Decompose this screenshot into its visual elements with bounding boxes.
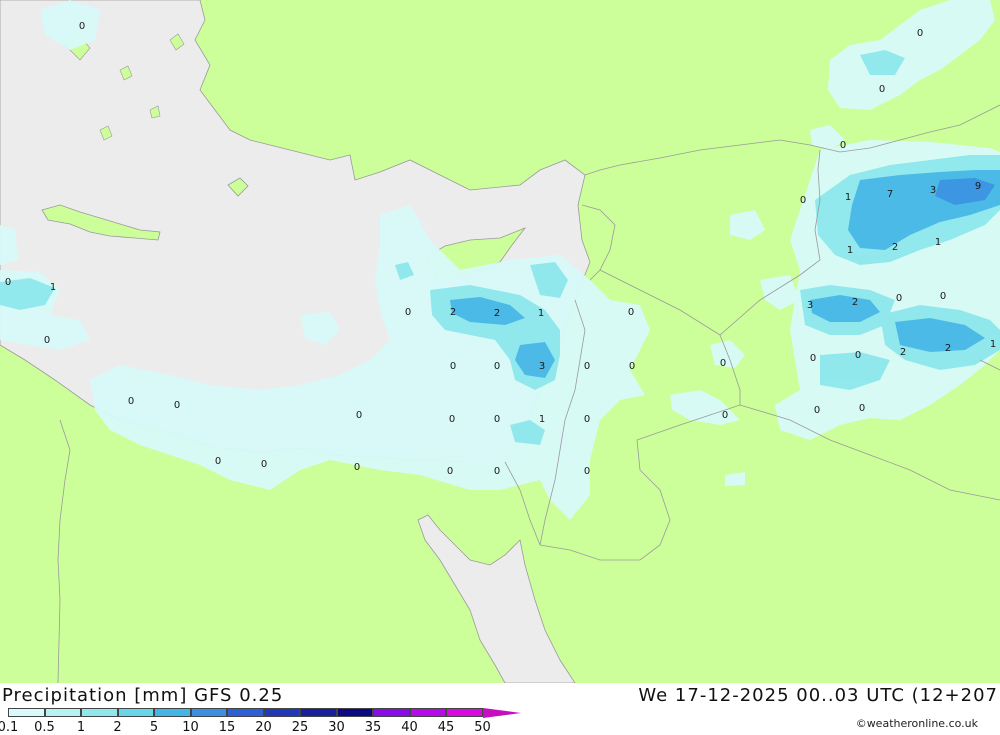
legend-swatch: [81, 708, 118, 717]
legend-swatch: [263, 708, 300, 717]
value-label: 1: [845, 192, 851, 203]
value-label: 0: [584, 361, 590, 372]
value-label: 2: [900, 347, 906, 358]
credit-text[interactable]: ©weatheronline.co.uk: [856, 717, 978, 730]
value-label: 0: [629, 361, 635, 372]
value-label: 0: [879, 84, 885, 95]
value-label: 0: [814, 405, 820, 416]
value-label: 0: [494, 361, 500, 372]
map-footer: Precipitation [mm] GFS 0.25 We 17-12-202…: [0, 683, 1000, 735]
value-label: 0: [720, 358, 726, 369]
legend-swatch: [409, 708, 446, 717]
value-label: 0: [450, 361, 456, 372]
value-label: 0: [628, 307, 634, 318]
value-label: 1: [539, 414, 545, 425]
value-label: 0: [44, 335, 50, 346]
legend-swatch: [190, 708, 227, 717]
value-label: 0: [174, 400, 180, 411]
value-label: 0: [800, 195, 806, 206]
value-label: 0: [810, 353, 816, 364]
legend-swatch: [336, 708, 373, 717]
value-label: 0: [840, 140, 846, 151]
value-label: 2: [945, 343, 951, 354]
value-label: 0: [855, 350, 861, 361]
value-label: 2: [852, 297, 858, 308]
value-label: 0: [5, 277, 11, 288]
legend-swatch: [300, 708, 337, 717]
value-label: 0: [261, 459, 267, 470]
value-label: 0: [494, 466, 500, 477]
value-label: 0: [354, 462, 360, 473]
legend-swatch: [117, 708, 154, 717]
value-label: 0: [940, 291, 946, 302]
value-label: 0: [128, 396, 134, 407]
legend-swatch: [8, 708, 45, 717]
value-label: 0: [584, 466, 590, 477]
value-label: 1: [847, 245, 853, 256]
forecast-datetime: We 17-12-2025 00..03 UTC (12+207: [638, 685, 998, 706]
value-label: 1: [538, 308, 544, 319]
map-canvas: 0 0 0 0 1 7 3 9 1 2 1 0 1 0 0 2 2 1 0 3 …: [0, 0, 1000, 683]
value-label: 2: [494, 308, 500, 319]
value-label: 0: [494, 414, 500, 425]
value-label: 3: [539, 361, 545, 372]
value-label: 3: [807, 300, 813, 311]
value-label: 1: [935, 237, 941, 248]
value-label: 2: [450, 307, 456, 318]
value-label: 0: [449, 414, 455, 425]
value-label: 2: [892, 242, 898, 253]
value-label: 0: [917, 28, 923, 39]
legend-arrow: [482, 708, 521, 718]
value-label: 0: [447, 466, 453, 477]
value-label: 7: [887, 189, 893, 200]
value-label: 0: [584, 414, 590, 425]
value-label: 1: [50, 282, 56, 293]
value-label: 0: [215, 456, 221, 467]
value-label: 0: [79, 21, 85, 32]
value-label: 3: [930, 185, 936, 196]
legend-swatch: [446, 708, 483, 717]
legend-swatch: [227, 708, 264, 717]
legend-swatch: [154, 708, 191, 717]
precipitation-map[interactable]: 0 0 0 0 1 7 3 9 1 2 1 0 1 0 0 2 2 1 0 3 …: [0, 0, 1000, 683]
value-label: 0: [722, 410, 728, 421]
map-title: Precipitation [mm] GFS 0.25: [2, 685, 284, 706]
legend-swatch: [373, 708, 410, 717]
value-label: 0: [896, 293, 902, 304]
value-label: 1: [990, 339, 996, 350]
legend-swatch: [44, 708, 81, 717]
value-label: 0: [405, 307, 411, 318]
value-label: 0: [859, 403, 865, 414]
value-label: 9: [975, 181, 981, 192]
value-label: 0: [356, 410, 362, 421]
